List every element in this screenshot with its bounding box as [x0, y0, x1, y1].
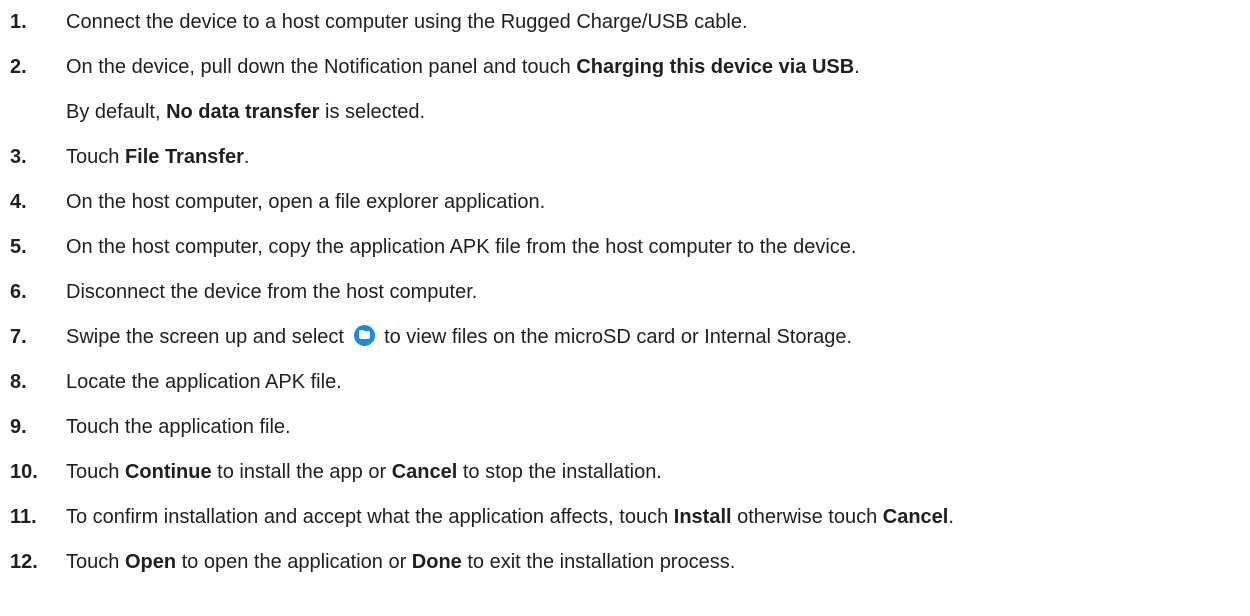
step-number: 10. [10, 461, 38, 483]
step-text-run: Touch [66, 551, 125, 573]
step-number: 11. [10, 506, 37, 528]
step-text: By default, No data transfer is selected… [66, 97, 425, 127]
step-text-run: Touch [66, 461, 125, 483]
step-number: 12. [10, 551, 38, 573]
step-text-run: On the host computer, open a file explor… [66, 191, 546, 213]
step-text: Connect the device to a host computer us… [66, 7, 748, 37]
step-text: Touch the application file. [66, 412, 291, 442]
step-text-run: Touch the application file. [66, 416, 291, 438]
step-text-run: to stop the installation. [457, 461, 662, 483]
step-ui-term: No data transfer [166, 101, 320, 123]
step-item: 7. Swipe the screen up and select to view… [0, 322, 1250, 352]
step-ui-term: Open [124, 551, 177, 573]
step-item: 2. On the device, pull down the Notificat… [0, 52, 1250, 82]
step-text-run: On the host computer, copy the applicati… [66, 236, 857, 258]
step-number: 9. [10, 416, 27, 438]
step-note: By default, No data transfer is selected… [0, 97, 1250, 127]
folder-icon [353, 325, 375, 346]
step-text-run: Touch [66, 146, 125, 168]
step-text-run: Disconnect the device from the host comp… [66, 281, 478, 303]
step-item: 4. On the host computer, open a file expl… [0, 187, 1250, 217]
step-item: 10. Touch Continue to install the app or … [0, 457, 1250, 487]
step-text-run: is selected. [319, 101, 426, 123]
step-ui-term: Cancel [391, 461, 458, 483]
step-number: 3. [10, 146, 27, 168]
step-item: 6. Disconnect the device from the host co… [0, 277, 1250, 307]
step-item: 12. Touch Open to open the application or… [0, 547, 1250, 577]
step-ui-term: Continue [124, 461, 212, 483]
step-item: 8. Locate the application APK file. [0, 367, 1250, 397]
step-text-run: to exit the installation process. [461, 551, 736, 573]
step-text-run: . [243, 146, 250, 168]
step-text: Touch Open to open the application or Do… [66, 547, 735, 577]
step-item: 3. Touch File Transfer. [0, 142, 1250, 172]
step-text-run: To confirm installation and accept what … [66, 506, 674, 528]
step-text-run: to install the app or [211, 461, 392, 483]
step-text-run: to open the application or [176, 551, 412, 573]
step-number: 2. [10, 56, 27, 78]
step-ui-term: File Transfer [124, 146, 244, 168]
step-item: 11. To confirm installation and accept wh… [0, 502, 1250, 532]
step-number: 1. [10, 11, 27, 33]
step-text-run: By default, [66, 101, 167, 123]
step-number: 8. [10, 371, 27, 393]
step-text: Disconnect the device from the host comp… [66, 277, 477, 307]
step-ui-term: Charging this device via USB [576, 56, 855, 78]
step-text-run: to view files on the microSD card or Int… [378, 326, 853, 348]
step-text-run: Swipe the screen up and select [66, 326, 350, 348]
step-text-run: . [948, 506, 954, 528]
step-text: Locate the application APK file. [66, 367, 342, 397]
step-text: To confirm installation and accept what … [66, 502, 954, 532]
step-item: 1. Connect the device to a host computer … [0, 7, 1250, 37]
step-number: 7. [10, 326, 27, 348]
step-number: 6. [10, 281, 27, 303]
step-text: On the device, pull down the Notificatio… [66, 52, 860, 82]
step-text-run: . [854, 56, 860, 78]
step-text: On the host computer, open a file explor… [66, 187, 545, 217]
procedure-steps: 1. Connect the device to a host computer … [0, 0, 1250, 616]
step-text: Touch Continue to install the app or Can… [66, 457, 662, 487]
step-text-run: Locate the application APK file. [66, 371, 342, 393]
step-text: Swipe the screen up and select to view f… [66, 322, 852, 352]
step-text-run: On the device, pull down the Notificatio… [66, 56, 577, 78]
step-number: 5. [10, 236, 27, 258]
step-item: 9. Touch the application file. [0, 412, 1250, 442]
step-ui-term: Cancel [882, 506, 949, 528]
step-text-run: otherwise touch [731, 506, 883, 528]
step-ui-term: Install [673, 506, 732, 528]
step-text-run: Connect the device to a host computer us… [66, 11, 748, 33]
step-ui-term: Done [411, 551, 462, 573]
step-text: On the host computer, copy the applicati… [66, 232, 856, 262]
step-number: 4. [10, 191, 27, 213]
step-text: Touch File Transfer. [66, 142, 249, 172]
step-item: 5. On the host computer, copy the applica… [0, 232, 1250, 262]
